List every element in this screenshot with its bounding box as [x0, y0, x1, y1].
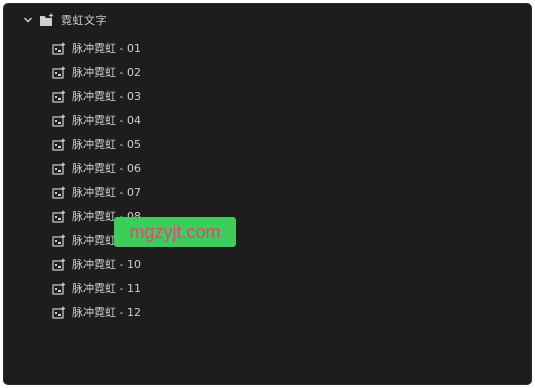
folder-add-icon	[39, 13, 55, 27]
template-item[interactable]: 脉冲霓虹 - 10	[52, 252, 141, 276]
template-icon	[52, 42, 66, 55]
template-icon	[52, 90, 66, 103]
template-item[interactable]: 脉冲霓虹 - 01	[52, 36, 141, 60]
template-icon	[52, 210, 66, 223]
template-item[interactable]: 脉冲霓虹 - 03	[52, 84, 141, 108]
chevron-down-icon[interactable]	[22, 14, 34, 26]
template-icon	[52, 114, 66, 127]
template-icon	[52, 186, 66, 199]
template-item-label: 脉冲霓虹 - 06	[72, 162, 141, 175]
template-icon	[52, 258, 66, 271]
template-item-label: 脉冲霓虹 - 03	[72, 90, 141, 103]
template-item[interactable]: 脉冲霓虹 - 12	[52, 300, 141, 324]
template-icon	[52, 162, 66, 175]
template-item-label: 脉冲霓虹 - 05	[72, 138, 141, 151]
template-item[interactable]: 脉冲霓虹 - 04	[52, 108, 141, 132]
template-list: 脉冲霓虹 - 01 脉冲霓虹 - 02 脉冲霓虹 - 03 脉冲霓虹 - 04 脉冲霓虹…	[52, 36, 141, 324]
template-item[interactable]: 脉冲霓虹 - 05	[52, 132, 141, 156]
watermark: mgzyjt.com	[114, 217, 236, 247]
template-icon	[52, 306, 66, 319]
template-item-label: 脉冲霓虹 - 07	[72, 186, 141, 199]
template-item-label: 脉冲霓虹 - 04	[72, 114, 141, 127]
template-item[interactable]: 脉冲霓虹 - 06	[52, 156, 141, 180]
template-item-label: 脉冲霓虹 - 02	[72, 66, 141, 79]
template-icon	[52, 282, 66, 295]
template-icon	[52, 138, 66, 151]
template-item[interactable]: 脉冲霓虹 - 07	[52, 180, 141, 204]
template-item-label: 脉冲霓虹 - 10	[72, 258, 141, 271]
project-panel: 霓虹文字 脉冲霓虹 - 01 脉冲霓虹 - 02 脉冲霓虹 - 03 脉冲霓虹 - 0…	[3, 3, 532, 385]
folder-row-neon-text[interactable]: 霓虹文字	[22, 12, 107, 28]
folder-label: 霓虹文字	[61, 14, 107, 27]
template-item-label: 脉冲霓虹 - 11	[72, 282, 141, 295]
template-icon	[52, 66, 66, 79]
template-icon	[52, 234, 66, 247]
template-item[interactable]: 脉冲霓虹 - 11	[52, 276, 141, 300]
template-item[interactable]: 脉冲霓虹 - 02	[52, 60, 141, 84]
template-item-label: 脉冲霓虹 - 12	[72, 306, 141, 319]
template-item-label: 脉冲霓虹 - 01	[72, 42, 141, 55]
watermark-text: mgzyjt.com	[129, 221, 221, 242]
